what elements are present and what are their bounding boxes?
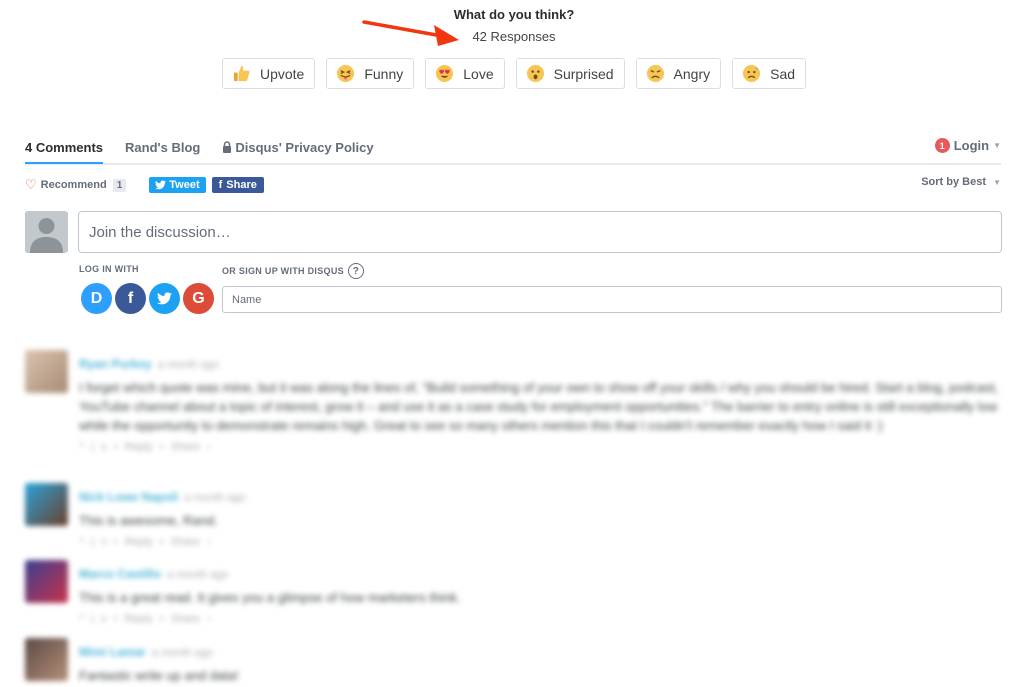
reaction-sad-label: Sad <box>770 65 796 82</box>
sad-emoji-icon <box>743 64 761 83</box>
login-label: Login <box>953 138 990 153</box>
heart-eyes-emoji-icon <box>436 64 454 83</box>
reaction-bar: Upvote Funny Love Surprised Angry Sad <box>0 58 1024 89</box>
comment-time[interactable]: a month ago <box>158 359 219 371</box>
comment-text: Fantastic write up and data! <box>79 668 239 683</box>
angry-emoji-icon <box>646 64 664 83</box>
social-login-buttons: D f G <box>81 283 214 314</box>
reaction-angry-label: Angry <box>673 65 711 82</box>
chevron-down-icon: ▼ <box>993 178 1001 187</box>
join-discussion-input[interactable]: Join the discussion… <box>78 211 1002 253</box>
sort-dropdown[interactable]: Sort by Best ▼ <box>921 176 1001 188</box>
annotation-arrow-icon <box>362 20 459 46</box>
tweet-label: Tweet <box>169 179 200 191</box>
facebook-login-button[interactable]: f <box>115 283 146 314</box>
heart-icon: ♡ <box>25 177 37 192</box>
tongue-out-emoji-icon <box>337 64 355 83</box>
comment-actions[interactable]: ^ | v • Reply • Share › <box>79 536 1000 548</box>
google-login-button[interactable]: G <box>183 283 214 314</box>
facebook-icon: f <box>127 289 134 307</box>
comment-text: This is awesome, Rand. <box>79 513 218 528</box>
facebook-icon: f <box>218 179 223 191</box>
reaction-funny-button[interactable]: Funny <box>326 58 415 89</box>
reaction-upvote-label: Upvote <box>259 65 305 82</box>
comment-actions[interactable]: ^ | v • Reply • Share › <box>79 613 1000 625</box>
reactions-title: What do you think? <box>453 7 575 22</box>
avatar[interactable] <box>25 483 68 526</box>
facebook-share-button[interactable]: f Share <box>211 177 264 193</box>
tab-privacy-label: Disqus' Privacy Policy <box>235 140 374 155</box>
avatar[interactable] <box>25 350 68 393</box>
surprised-emoji-icon <box>526 64 544 83</box>
avatar <box>25 211 68 253</box>
thumbs-up-emoji-icon <box>233 65 250 82</box>
tab-blog-label: Rand's Blog <box>125 140 201 155</box>
disqus-login-button[interactable]: D <box>81 283 112 314</box>
login-menu[interactable]: 1 Login ▼ <box>934 138 1001 153</box>
login-with-label: LOG IN WITH <box>79 264 139 274</box>
tab-comments[interactable]: 4 Comments <box>25 137 104 164</box>
responses-count[interactable]: 42 Responses <box>0 29 1024 44</box>
avatar[interactable] <box>25 638 68 681</box>
help-icon[interactable]: ? <box>347 263 364 279</box>
reaction-angry-button[interactable]: Angry <box>635 58 722 89</box>
comment-toolbar: ♡ Recommend 1 Tweet f Share Sort by Best… <box>25 176 1001 194</box>
reactions-header: What do you think? 42 Responses <box>0 7 1024 44</box>
comment-author[interactable]: Nick Lowe Napoli <box>79 490 178 504</box>
disqus-icon: D <box>90 289 103 307</box>
lock-icon <box>223 141 232 153</box>
tab-blog[interactable]: Rand's Blog <box>125 137 200 164</box>
reaction-love-button[interactable]: Love <box>425 58 505 89</box>
comment-time[interactable]: a month ago <box>184 492 245 504</box>
twitter-icon <box>155 180 167 190</box>
comment-nav-tabs: 4 Comments Rand's Blog Disqus' Privacy P… <box>25 137 1001 165</box>
reaction-surprised-button[interactable]: Surprised <box>515 58 625 89</box>
recommend-label: Recommend <box>40 179 107 191</box>
reaction-surprised-label: Surprised <box>553 65 614 82</box>
comment-time[interactable]: a month ago <box>152 647 213 659</box>
comment-actions[interactable]: ^ | v • Reply • Share › <box>79 441 1000 453</box>
reaction-funny-label: Funny <box>364 65 404 82</box>
chevron-down-icon: ▼ <box>993 141 1001 150</box>
name-field[interactable]: Name <box>222 286 1002 313</box>
sort-label: Sort by Best <box>921 176 987 188</box>
comment-text: I forget which quote was mine, but it wa… <box>79 380 999 433</box>
share-buttons: Tweet f Share <box>149 177 264 193</box>
recommend-count: 1 <box>112 178 127 192</box>
comment-author[interactable]: Ryan Purkey <box>79 357 152 371</box>
twitter-login-button[interactable] <box>149 283 180 314</box>
share-label: Share <box>226 179 257 191</box>
recommend-button[interactable]: ♡ Recommend 1 <box>25 177 127 193</box>
reaction-love-label: Love <box>463 65 494 82</box>
signup-text: OR SIGN UP WITH DISQUS <box>222 266 344 276</box>
reaction-sad-button[interactable]: Sad <box>732 58 807 89</box>
comment-author[interactable]: Mimi Lamar <box>79 645 146 659</box>
twitter-icon <box>157 292 172 305</box>
signup-disqus-label: OR SIGN UP WITH DISQUS ? <box>222 263 364 279</box>
reaction-upvote-button[interactable]: Upvote <box>221 58 316 89</box>
tweet-button[interactable]: Tweet <box>149 177 206 193</box>
user-placeholder-icon <box>25 211 68 253</box>
comment-text: This is a great read. It gives you a gli… <box>79 590 461 605</box>
comment-time[interactable]: a month ago <box>167 569 228 581</box>
notification-badge: 1 <box>934 138 950 153</box>
avatar[interactable] <box>25 560 68 603</box>
tab-privacy-policy[interactable]: Disqus' Privacy Policy <box>222 137 374 164</box>
comment-author[interactable]: Marco Castillo <box>79 567 161 581</box>
google-icon: G <box>192 289 205 307</box>
